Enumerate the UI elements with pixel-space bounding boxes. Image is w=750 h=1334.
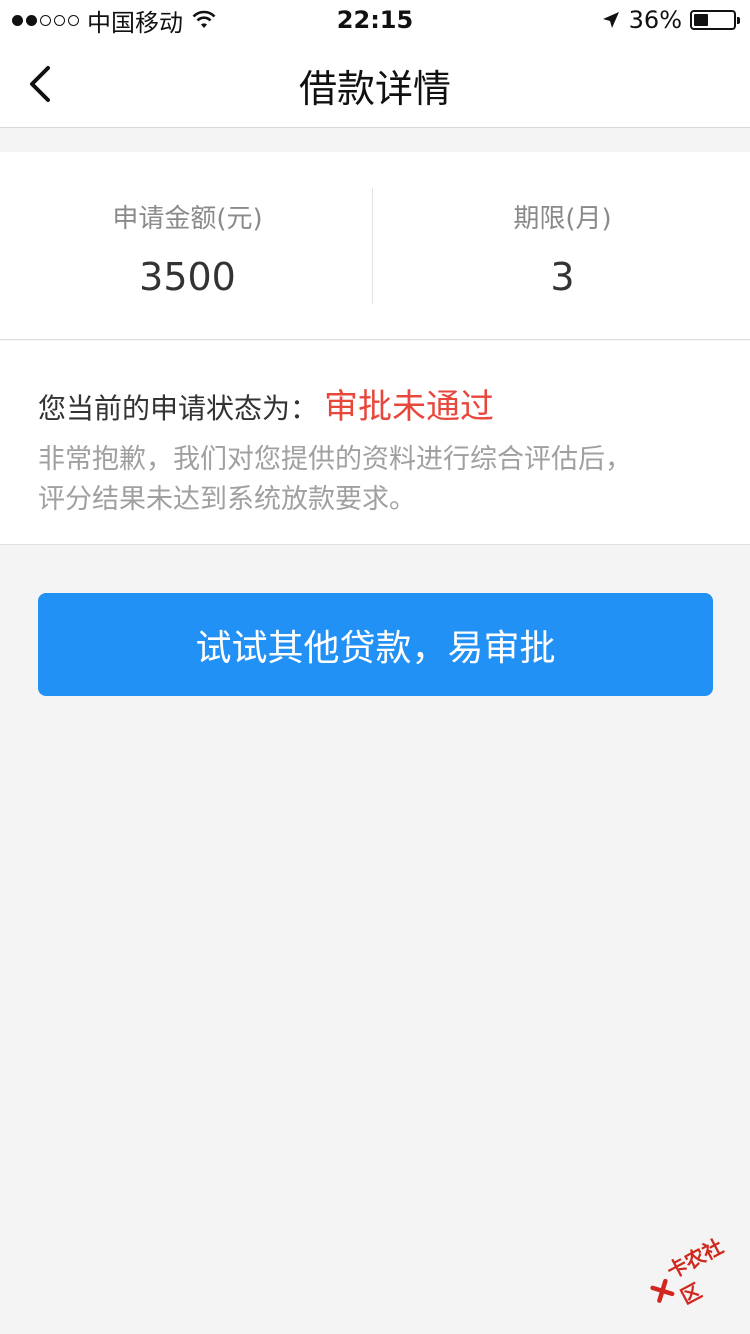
status-bar: 中国移动 22:15 36%	[0, 0, 750, 40]
wifi-icon	[192, 10, 216, 28]
application-status-section: 您当前的申请状态为： 审批未通过 非常抱歉，我们对您提供的资料进行综合评估后， …	[0, 341, 750, 545]
amount-value: 3500	[139, 255, 236, 299]
watermark-logo: 卡农社区	[640, 1224, 750, 1322]
term-label: 期限(月)	[513, 204, 612, 234]
carrier-name: 中国移动	[87, 8, 183, 37]
status-line: 您当前的申请状态为： 审批未通过	[38, 379, 712, 428]
status-description-line-1: 非常抱歉，我们对您提供的资料进行综合评估后，	[38, 444, 632, 475]
nav-bar: 借款详情	[0, 40, 750, 128]
status-description: 非常抱歉，我们对您提供的资料进行综合评估后， 评分结果未达到系统放款要求。	[38, 440, 712, 520]
status-badge: 审批未通过	[324, 387, 495, 427]
status-left: 中国移动	[12, 3, 217, 38]
status-right: 36%	[601, 6, 740, 34]
term-column: 期限(月) 3	[375, 152, 750, 339]
try-other-loans-button[interactable]: 试试其他贷款，易审批	[38, 593, 713, 696]
amount-label: 申请金额(元)	[112, 204, 263, 234]
signal-strength-icon	[12, 14, 79, 26]
page-title: 借款详情	[298, 67, 451, 111]
battery-level	[694, 14, 708, 26]
amount-column: 申请金额(元) 3500	[0, 152, 375, 339]
status-prefix: 您当前的申请状态为：	[38, 392, 319, 425]
location-arrow-icon	[602, 12, 619, 28]
loan-summary-card: 申请金额(元) 3500 期限(月) 3	[0, 152, 750, 340]
summary-divider	[372, 188, 373, 304]
term-value: 3	[550, 255, 575, 299]
watermark-text: 卡农社区	[662, 1234, 728, 1310]
status-description-line-2: 评分结果未达到系统放款要求。	[38, 484, 416, 515]
battery-icon	[690, 10, 740, 30]
battery-percent: 36%	[628, 6, 682, 34]
